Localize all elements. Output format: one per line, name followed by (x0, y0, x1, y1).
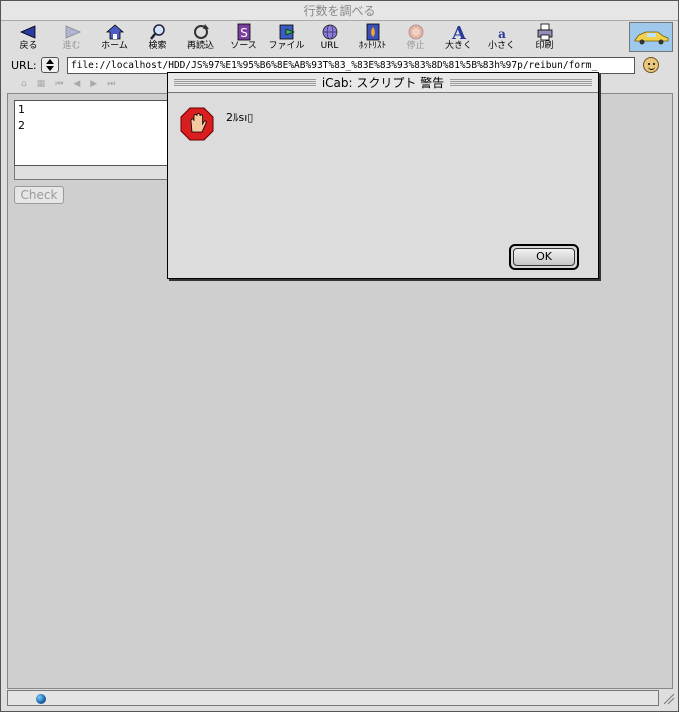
print-button[interactable]: 印刷 (523, 22, 566, 54)
ok-button-frame[interactable]: OK (509, 244, 579, 270)
hotlist-icon (366, 23, 379, 41)
source-icon: S (237, 23, 250, 41)
print-icon (537, 23, 552, 41)
window-title: 行数を調べる (1, 1, 678, 21)
home-icon (105, 24, 124, 40)
font-smaller-button[interactable]: a 小さく (480, 22, 523, 54)
font-bigger-label: 大きく (444, 41, 472, 51)
taxi-button[interactable] (629, 22, 673, 52)
source-button[interactable]: S ソース (222, 22, 265, 54)
stop-label: 停止 (406, 41, 425, 51)
font-smaller-label: 小さく (487, 41, 515, 51)
file-button[interactable]: ファイル (265, 22, 308, 54)
title-stripes-right (450, 78, 593, 87)
dialog-title: iCab: スクリプト 警告 (321, 76, 445, 90)
hotlist-label: ﾎｯﾄﾘｽﾄ (358, 41, 386, 51)
hotlist-button[interactable]: ﾎｯﾄﾘｽﾄ (351, 22, 394, 54)
reload-button[interactable]: 再読込 (179, 22, 222, 54)
smiley-icon (643, 57, 659, 73)
resize-grip-icon[interactable] (661, 690, 675, 706)
nav-prev-icon[interactable]: ◀ (73, 79, 80, 89)
toolbar: 戻る 進む ホーム 検索 再読込 S ソース ファイル URL ﾎｯﾄﾘｽﾄ 停… (7, 22, 673, 54)
nav-home-icon[interactable]: ⌂ (21, 79, 27, 89)
globe-icon (322, 24, 337, 40)
home-button[interactable]: ホーム (93, 22, 136, 54)
status-globe-icon (36, 694, 46, 704)
font-bigger-button[interactable]: A 大きく (437, 22, 480, 54)
back-arrow-icon (19, 25, 35, 39)
source-label: ソース (230, 41, 257, 51)
forward-arrow-icon (65, 25, 81, 39)
textarea-scrollbar[interactable] (14, 166, 174, 180)
alert-dialog: iCab: スクリプト 警告 2ﾙsı▯ OK (167, 72, 599, 279)
dialog-titlebar: iCab: スクリプト 警告 (168, 73, 598, 93)
search-button[interactable]: 検索 (136, 22, 179, 54)
svg-text:S: S (240, 26, 248, 40)
back-label: 戻る (19, 41, 38, 51)
reload-label: 再読込 (186, 41, 214, 51)
stop-sign-icon (408, 24, 423, 40)
back-button[interactable]: 戻る (7, 22, 50, 54)
nav-grid-icon[interactable]: ▦ (37, 79, 46, 89)
status-bar (7, 690, 659, 706)
svg-text:a: a (498, 27, 506, 41)
search-icon (149, 24, 165, 40)
search-label: 検索 (148, 41, 167, 51)
title-stripes-left (174, 78, 316, 87)
reload-icon (193, 24, 209, 39)
url-input[interactable]: file://localhost/HDD/JS%97%E1%95%B6%8E%A… (67, 56, 635, 74)
up-down-arrows-icon (46, 59, 54, 71)
nav-next-icon[interactable]: ▶ (90, 79, 97, 89)
lines-textarea[interactable]: 1 2 (14, 100, 174, 166)
check-button[interactable]: Check (14, 186, 64, 204)
dialog-message: 2ﾙsı▯ (226, 111, 254, 124)
nav-first-icon[interactable]: ⏮ (55, 79, 63, 89)
print-label: 印刷 (535, 41, 554, 51)
ok-button[interactable]: OK (513, 248, 575, 266)
forward-button[interactable]: 進む (50, 22, 93, 54)
file-label: ファイル (268, 41, 305, 51)
taxi-icon (634, 31, 669, 45)
stop-hand-icon (180, 107, 214, 141)
file-icon (279, 24, 295, 40)
font-smaller-icon: a (498, 27, 506, 41)
textarea-line: 2 (18, 119, 25, 132)
font-bigger-icon: A (451, 23, 467, 41)
url-history-popup[interactable] (41, 57, 59, 73)
url-button[interactable]: URL (308, 22, 351, 54)
url-field-label: URL: (11, 58, 37, 72)
textarea-line: 1 (18, 103, 25, 116)
nav-last-icon[interactable]: ⏭ (107, 79, 115, 89)
svg-text:A: A (451, 23, 467, 41)
forward-label: 進む (62, 41, 81, 51)
home-label: ホーム (101, 41, 128, 51)
url-label: URL (320, 41, 339, 51)
stop-button[interactable]: 停止 (394, 22, 437, 54)
